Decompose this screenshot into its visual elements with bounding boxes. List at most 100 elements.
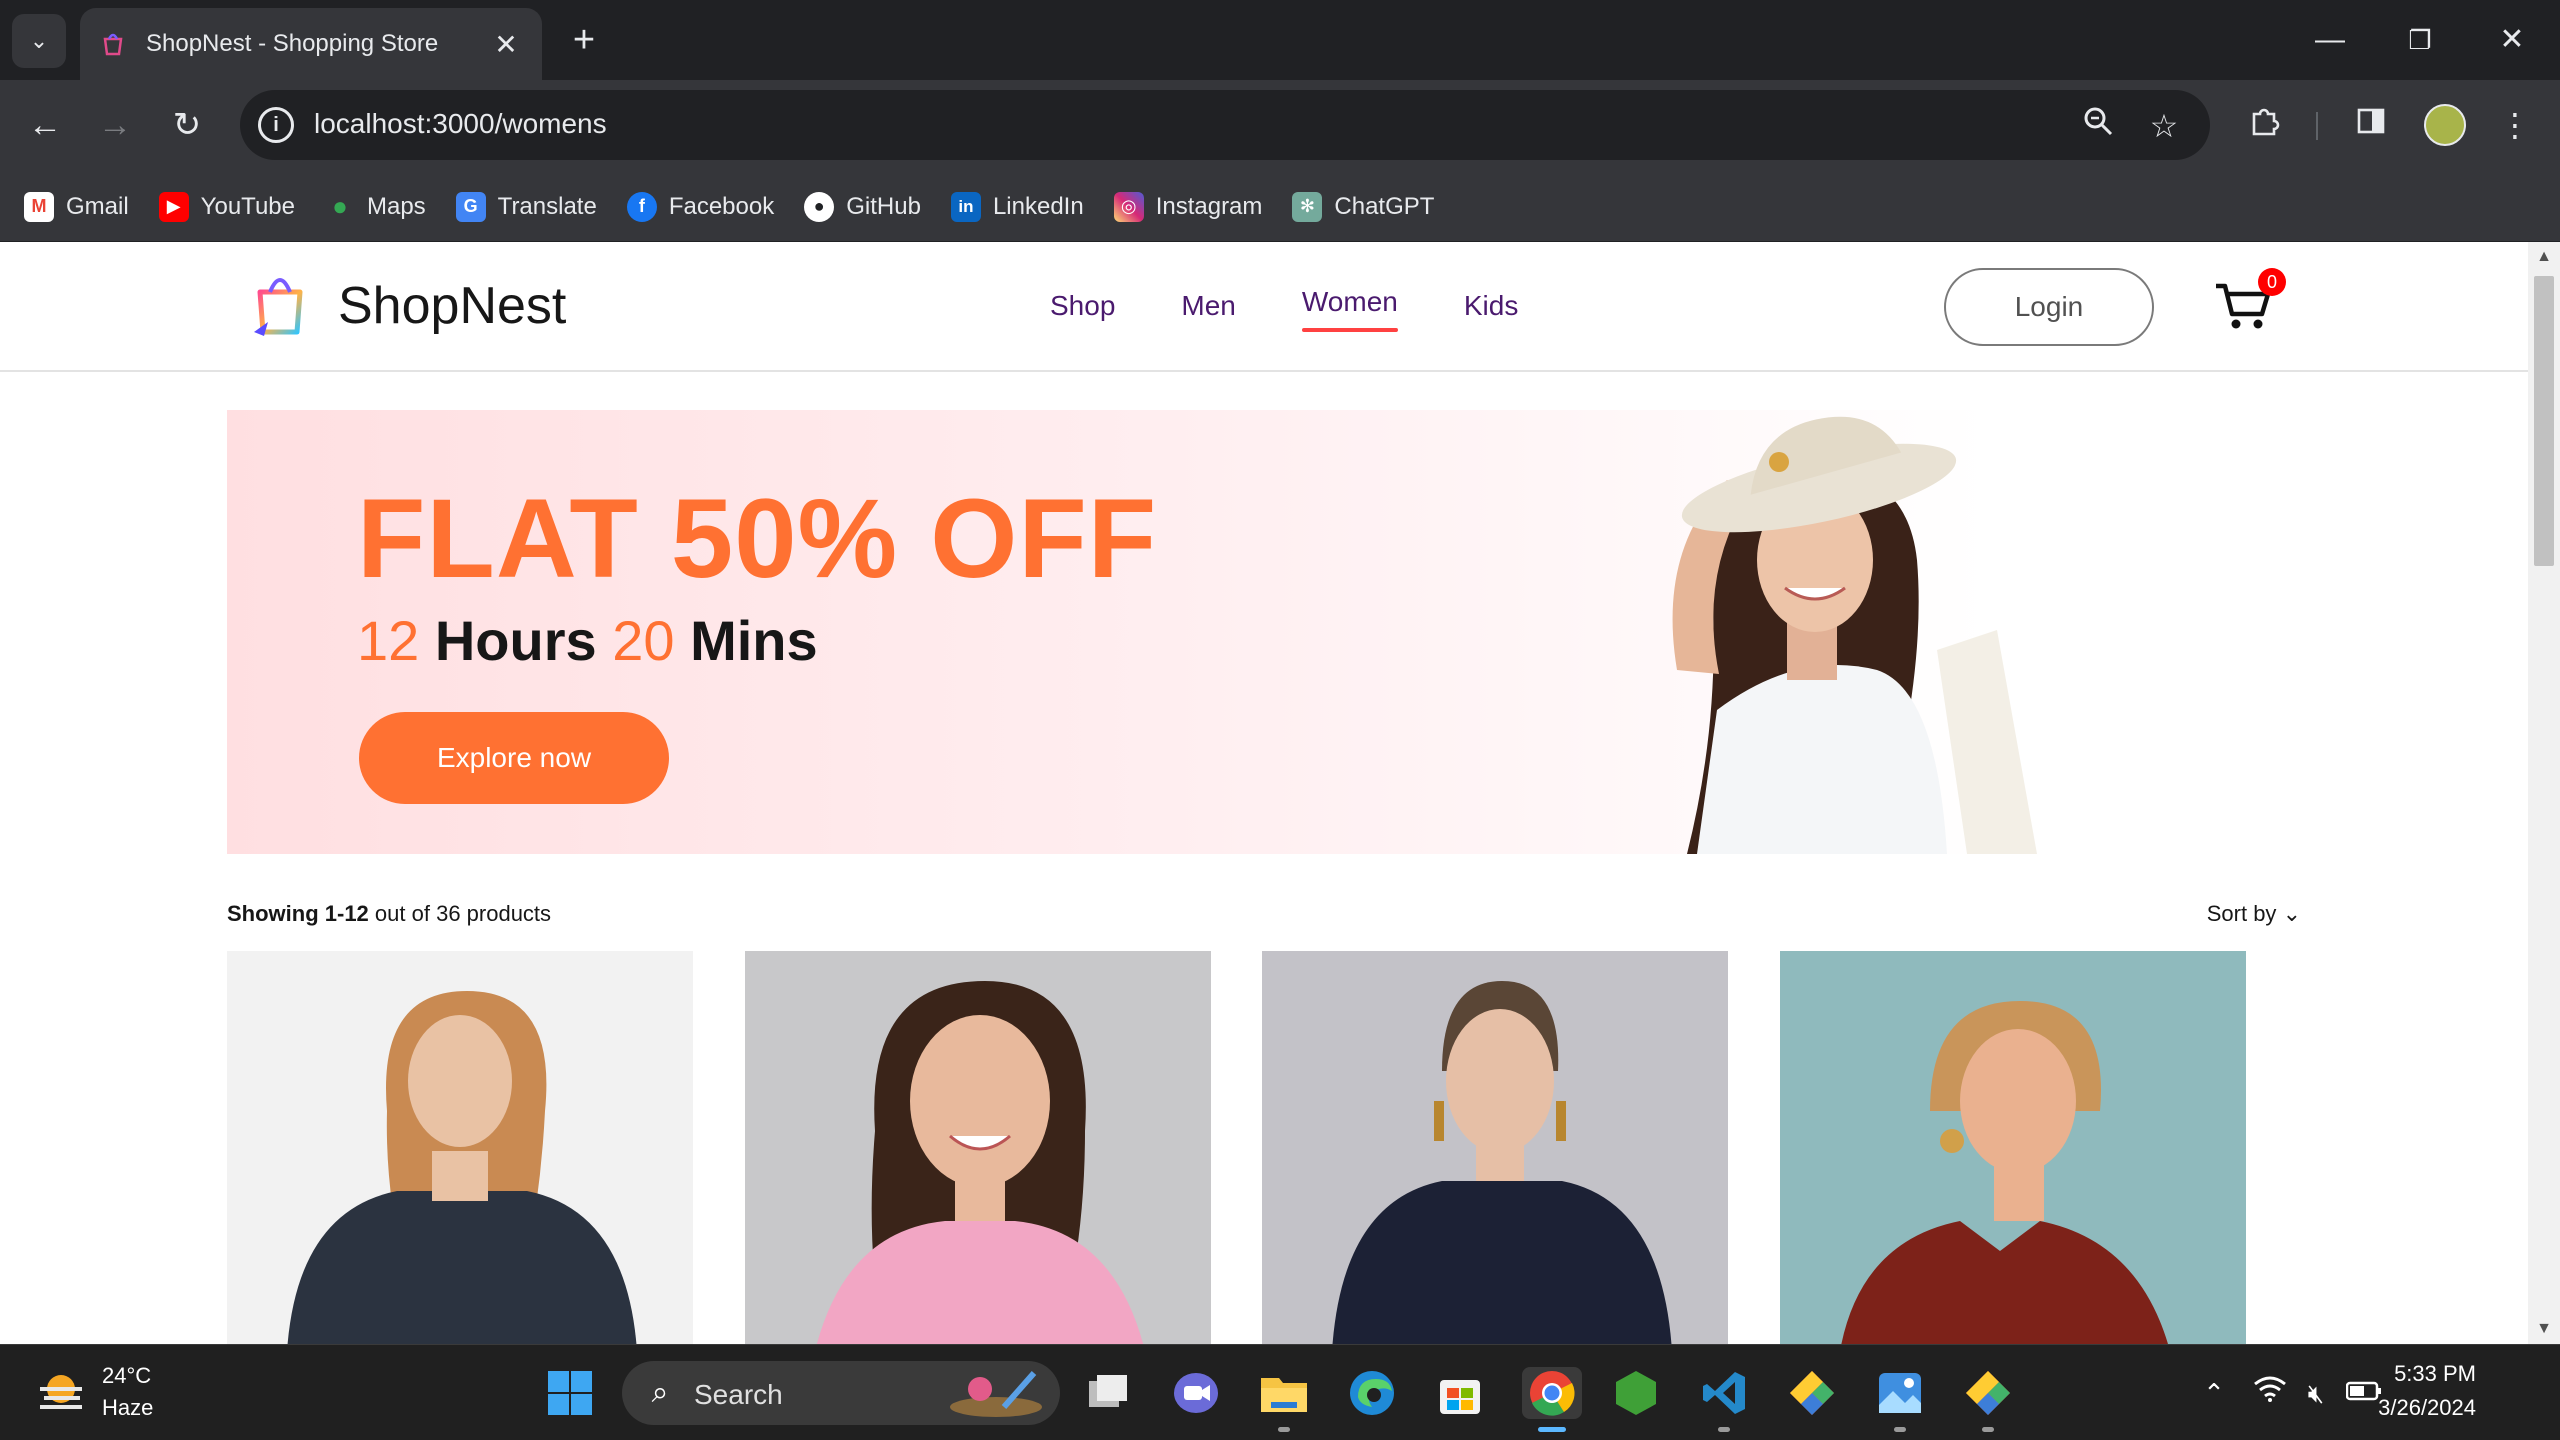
start-button[interactable] (544, 1367, 596, 1419)
running-indicator (1718, 1427, 1730, 1432)
browser-tab-strip: ⌄ ShopNest - Shopping Store ✕ + — ❐ ✕ (0, 0, 2560, 80)
hero-model-image (1672, 416, 2037, 854)
product-list-header: Showing 1-12 out of 36 products Sort by … (227, 897, 2301, 937)
chrome-icon[interactable] (1522, 1367, 1582, 1419)
scroll-up-arrow-icon[interactable]: ▲ (2528, 242, 2560, 272)
scroll-down-arrow-icon[interactable]: ▼ (2528, 1314, 2560, 1344)
clock-time[interactable]: 5:33 PM (2394, 1361, 2476, 1387)
haze-weather-icon[interactable] (36, 1369, 86, 1415)
windows-taskbar: 24°C Haze ⌕ Search ⌃ 🔇︎ 5:33 PM 3/26/202… (0, 1344, 2560, 1440)
microsoft-store-icon[interactable] (1434, 1367, 1486, 1419)
browser-tab[interactable]: ShopNest - Shopping Store ✕ (80, 8, 542, 80)
mins-number: 20 (612, 609, 675, 672)
translate-icon: G (455, 191, 486, 222)
explore-now-button[interactable]: Explore now (359, 712, 669, 804)
hero-banner: FLAT 50% OFF 12 Hours 20 Mins Explore no… (227, 410, 2301, 854)
site-info-icon[interactable]: i (258, 107, 294, 143)
extensions-icon[interactable] (2240, 100, 2290, 150)
shopnest-logo-icon[interactable] (250, 270, 312, 342)
bookmark-gmail[interactable]: M Gmail (24, 191, 129, 222)
zoom-icon[interactable] (2076, 104, 2120, 148)
search-label: Search (694, 1379, 783, 1410)
bookmark-youtube[interactable]: ▶ YouTube (158, 191, 295, 222)
screen: ⌄ ShopNest - Shopping Store ✕ + — ❐ ✕ ← … (0, 0, 2560, 1440)
nodejs-icon[interactable] (1610, 1367, 1662, 1419)
task-view-icon[interactable] (1082, 1367, 1134, 1419)
photos-icon[interactable] (1874, 1367, 1926, 1419)
mins-word: Mins (690, 609, 818, 672)
wifi-icon[interactable] (2250, 1373, 2290, 1413)
brand-name[interactable]: ShopNest (338, 276, 566, 336)
tab-search-button[interactable]: ⌄ (12, 14, 66, 68)
scroll-thumb[interactable] (2534, 276, 2554, 566)
bookmarks-bar: M Gmail ▶ YouTube ● Maps G Translate f Facebo… (0, 172, 2560, 242)
hero-countdown: 12 Hours 20 Mins (357, 608, 818, 673)
instagram-icon: ◎ (1113, 191, 1144, 222)
toolbar-separator (2316, 112, 2318, 140)
bookmark-github[interactable]: ● GitHub (804, 191, 921, 222)
close-tab-icon[interactable]: ✕ (490, 28, 522, 61)
reload-button[interactable]: ↻ (162, 100, 212, 150)
bookmark-chatgpt[interactable]: ✻ ChatGPT (1292, 191, 1434, 222)
menu-kebab-icon[interactable]: ⋮ (2490, 100, 2540, 150)
product-card[interactable] (1262, 951, 1728, 1344)
git-tool-icon[interactable] (1786, 1367, 1838, 1419)
bookmark-translate[interactable]: G Translate (455, 191, 597, 222)
product-card[interactable] (1780, 951, 2246, 1344)
menu-item-kids[interactable]: Kids (1464, 290, 1518, 322)
maps-icon: ● (332, 191, 348, 221)
search-icon: ⌕ (651, 1376, 669, 1409)
git-tool-2-icon[interactable] (1962, 1367, 2014, 1419)
weather-temperature[interactable]: 24°C (102, 1363, 151, 1389)
edge-icon[interactable] (1346, 1367, 1398, 1419)
profile-avatar[interactable] (2424, 104, 2466, 146)
menu-item-women[interactable]: Women (1301, 286, 1398, 332)
facebook-icon: f (626, 191, 657, 222)
show-hidden-icons-chevron-icon[interactable]: ⌃ (2194, 1373, 2234, 1413)
close-window-button[interactable]: ✕ (2482, 14, 2542, 66)
menu-item-shop[interactable]: Shop (1050, 290, 1115, 322)
bookmark-facebook[interactable]: f Facebook (626, 191, 774, 222)
results-count: Showing 1-12 out of 36 products (227, 901, 552, 926)
forward-button[interactable]: → (90, 100, 140, 150)
product-card[interactable] (745, 951, 1211, 1344)
main-menu: Shop Men Women Kids (1050, 286, 1584, 332)
meet-chat-icon[interactable] (1170, 1367, 1222, 1419)
login-button[interactable]: Login (1944, 268, 2154, 346)
search-highlight-illustration-icon (950, 1371, 1042, 1417)
bookmark-instagram[interactable]: ◎ Instagram (1113, 191, 1262, 222)
bookmark-linkedin[interactable]: in LinkedIn (950, 191, 1084, 222)
active-menu-underline (1301, 328, 1398, 332)
weather-description[interactable]: Haze (102, 1395, 153, 1421)
chatgpt-icon: ✻ (1292, 191, 1323, 222)
bookmark-maps[interactable]: ● Maps (325, 191, 426, 222)
new-tab-button[interactable]: + (562, 18, 606, 62)
bookmark-star-icon[interactable]: ☆ (2142, 104, 2186, 148)
hero-title: FLAT 50% OFF (357, 476, 1158, 601)
back-button[interactable]: ← (20, 100, 70, 150)
cart-count-badge: 0 (2258, 268, 2286, 296)
side-panel-icon[interactable] (2346, 100, 2396, 150)
linkedin-icon: in (950, 191, 981, 222)
vscode-icon[interactable] (1698, 1367, 1750, 1419)
chevron-down-icon: ⌄ (2282, 901, 2301, 926)
page-scrollbar[interactable]: ▲ ▼ (2528, 242, 2560, 1344)
clock-date[interactable]: 3/26/2024 (2378, 1395, 2476, 1421)
menu-item-men[interactable]: Men (1181, 290, 1235, 322)
restore-button[interactable]: ❐ (2390, 14, 2450, 66)
url-text[interactable]: localhost:3000/womens (314, 108, 607, 140)
minimize-button[interactable]: — (2300, 14, 2360, 66)
sort-dropdown[interactable]: Sort by ⌄ (2207, 901, 2301, 927)
arrow-left-icon: ← (28, 106, 62, 144)
address-bar[interactable]: i localhost:3000/womens ☆ (240, 90, 2210, 160)
page-viewport: ShopNest Shop Men Women Kids Login 0 FLA… (0, 242, 2528, 1344)
product-card[interactable] (227, 951, 693, 1344)
volume-muted-icon[interactable]: 🔇︎ (2296, 1373, 2336, 1413)
taskbar-search[interactable]: ⌕ Search (622, 1361, 1060, 1425)
hours-number: 12 (357, 609, 420, 672)
reload-icon: ↻ (172, 106, 202, 144)
running-indicator (1982, 1427, 1994, 1432)
shopnest-favicon-icon (103, 33, 123, 56)
file-explorer-icon[interactable] (1258, 1367, 1310, 1419)
product-image (1780, 951, 2246, 1344)
